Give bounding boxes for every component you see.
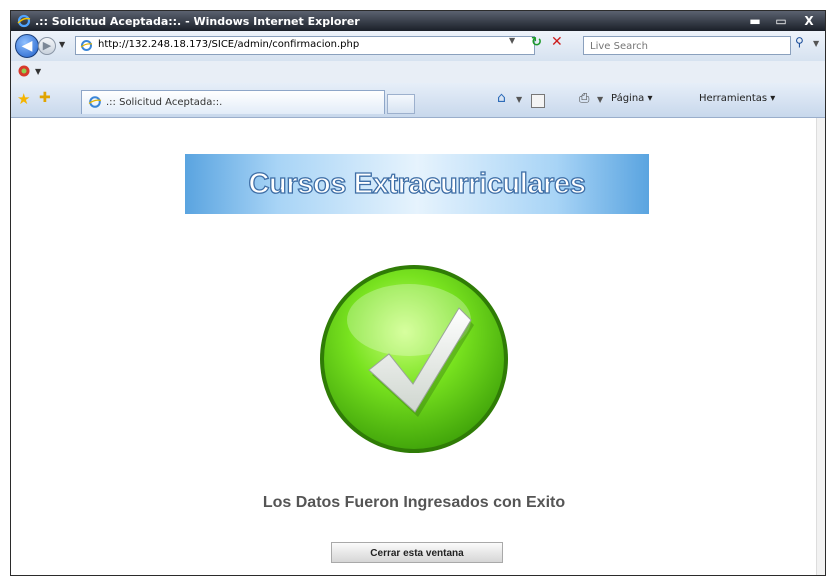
tabs-bar: ★ ✚ .:: Solicitud Aceptada::. ⌂ ▼ ⎙ ▼ Pá…	[11, 83, 825, 118]
addon-icon[interactable]	[17, 64, 31, 78]
browser-window: .:: Solicitud Aceptada::. - Windows Inte…	[10, 10, 826, 576]
address-bar: ◀ ▶ ▼ http://132.248.18.173/SICE/admin/c…	[11, 31, 825, 61]
search-icon[interactable]: ⚲	[795, 35, 811, 53]
tab-label: .:: Solicitud Aceptada::.	[106, 97, 223, 108]
vertical-scrollbar[interactable]	[816, 118, 825, 575]
checkmark-icon	[320, 265, 508, 453]
back-arrow-icon[interactable]: ◀	[15, 34, 39, 58]
feeds-icon[interactable]	[531, 94, 545, 108]
maximize-button[interactable]: ▭	[769, 13, 793, 29]
close-window-page-button[interactable]: Cerrar esta ventana	[331, 542, 503, 563]
url-dropdown-icon[interactable]: ▼	[509, 36, 515, 45]
home-dropdown-icon[interactable]: ▼	[516, 95, 522, 104]
tools-menu[interactable]: Herramientas ▾	[699, 93, 775, 104]
add-favorites-icon[interactable]: ✚	[39, 90, 51, 106]
page-menu[interactable]: Página ▾	[611, 93, 653, 104]
addon-dropdown-icon[interactable]: ▼	[35, 67, 41, 76]
refresh-icon[interactable]: ↻	[531, 35, 542, 50]
page-icon	[88, 96, 102, 108]
ie-logo-icon	[17, 14, 31, 28]
favorites-star-icon[interactable]: ★	[17, 90, 30, 108]
url-text: http://132.248.18.173/SICE/admin/confirm…	[98, 39, 360, 50]
tab-solicitud-aceptada[interactable]: .:: Solicitud Aceptada::.	[81, 90, 385, 114]
page-icon	[80, 40, 93, 51]
new-tab-button[interactable]	[387, 94, 415, 114]
forward-arrow-icon[interactable]: ▶	[38, 37, 56, 55]
history-dropdown-icon[interactable]: ▼	[59, 40, 65, 49]
minimize-button[interactable]: ▬	[743, 13, 767, 29]
banner-title: Cursos Extracurriculares	[248, 167, 587, 200]
print-icon[interactable]: ⎙	[579, 91, 589, 106]
window-title: .:: Solicitud Aceptada::. - Windows Inte…	[35, 15, 360, 28]
title-bar: .:: Solicitud Aceptada::. - Windows Inte…	[11, 11, 825, 31]
success-message: Los Datos Fueron Ingresados con Exito	[262, 494, 566, 511]
url-field[interactable]: http://132.248.18.173/SICE/admin/confirm…	[75, 36, 535, 55]
print-dropdown-icon[interactable]: ▼	[597, 95, 603, 104]
close-window-button[interactable]: X	[795, 13, 823, 29]
home-icon[interactable]: ⌂	[497, 90, 506, 106]
search-field[interactable]	[583, 36, 798, 56]
search-input[interactable]	[584, 37, 798, 56]
course-banner: Cursos Extracurriculares	[185, 154, 649, 214]
search-dropdown-icon[interactable]: ▼	[813, 39, 819, 48]
stop-icon[interactable]: ✕	[551, 34, 563, 50]
page-content: Cursos Extracurriculares Los Datos Fuero…	[11, 118, 825, 575]
addon-toolbar: ▼	[11, 61, 825, 83]
